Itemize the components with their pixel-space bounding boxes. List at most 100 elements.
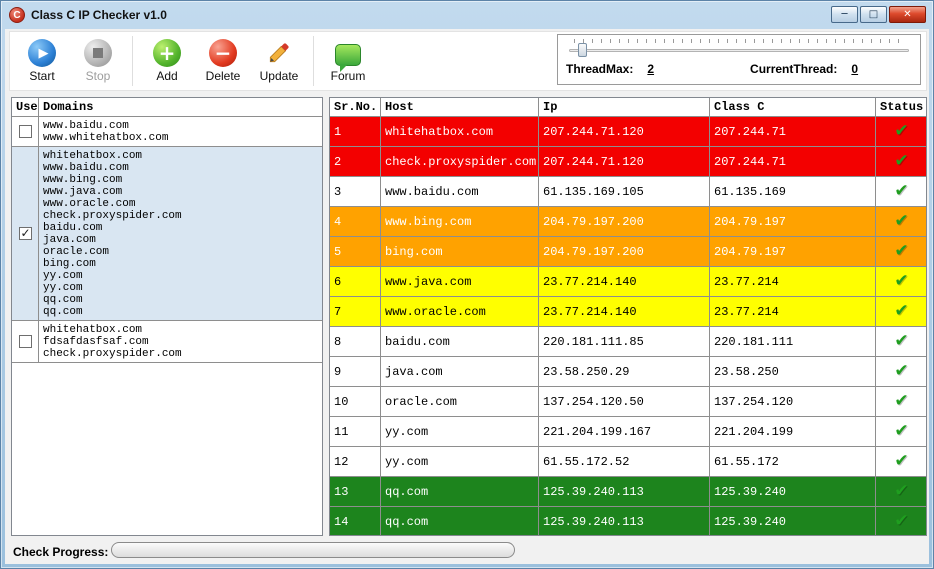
domain-group-row[interactable]: whitehatbox.comfdsafdasfsaf.comcheck.pro…: [12, 321, 323, 363]
domain-line: java.com: [43, 234, 318, 246]
window-controls: ─ □ ✕: [831, 6, 926, 23]
domain-line: check.proxyspider.com: [43, 348, 318, 360]
results-table: Sr.No.HostIpClass CStatus 1whitehatbox.c…: [329, 97, 927, 536]
update-button[interactable]: Update: [257, 39, 301, 83]
stop-button[interactable]: Stop: [76, 39, 120, 83]
cell-ip: 125.39.240.113: [539, 477, 710, 507]
cell-host: www.java.com: [381, 267, 539, 297]
results-header-ip: Ip: [539, 98, 710, 117]
cell-ip: 207.244.71.120: [539, 147, 710, 177]
result-row: 2check.proxyspider.com207.244.71.120207.…: [330, 147, 928, 177]
plus-icon: +: [153, 39, 181, 67]
cell-sr-no: 8: [330, 327, 381, 357]
status-check-icon: ✔: [894, 331, 908, 351]
cell-class-c: 137.254.120: [710, 387, 876, 417]
cell-host: baidu.com: [381, 327, 539, 357]
cell-sr-no: 3: [330, 177, 381, 207]
cell-sr-no: 7: [330, 297, 381, 327]
cell-status: ✔: [876, 447, 928, 477]
cell-host: bing.com: [381, 237, 539, 267]
domain-group-row[interactable]: www.baidu.comwww.whitehatbox.com: [12, 117, 323, 147]
slider-track: [569, 49, 909, 52]
app-icon: C: [9, 7, 25, 23]
result-row: 12yy.com61.55.172.5261.55.172✔: [330, 447, 928, 477]
cell-host: whitehatbox.com: [381, 117, 539, 147]
use-checkbox[interactable]: [19, 335, 32, 348]
cell-status: ✔: [876, 477, 928, 507]
cell-host: yy.com: [381, 447, 539, 477]
cell-class-c: 207.244.71: [710, 117, 876, 147]
use-cell: [12, 321, 39, 363]
domain-line: www.java.com: [43, 186, 318, 198]
results-header-status: Status: [876, 98, 928, 117]
cell-sr-no: 10: [330, 387, 381, 417]
app-window: C Class C IP Checker v1.0 ─ □ ✕ ▶ Start …: [0, 0, 934, 569]
domain-line: www.whitehatbox.com: [43, 132, 318, 144]
cell-sr-no: 2: [330, 147, 381, 177]
cell-class-c: 220.181.111: [710, 327, 876, 357]
titlebar: C Class C IP Checker v1.0 ─ □ ✕: [1, 1, 933, 29]
status-check-icon: ✔: [894, 451, 908, 471]
cell-sr-no: 12: [330, 447, 381, 477]
domain-line: www.baidu.com: [43, 162, 318, 174]
status-check-icon: ✔: [894, 301, 908, 321]
start-button[interactable]: ▶ Start: [20, 39, 64, 83]
cell-sr-no: 4: [330, 207, 381, 237]
cell-class-c: 125.39.240: [710, 477, 876, 507]
result-row: 5bing.com204.79.197.200204.79.197✔: [330, 237, 928, 267]
domain-group-row[interactable]: whitehatbox.comwww.baidu.comwww.bing.com…: [12, 147, 323, 321]
cell-host: www.bing.com: [381, 207, 539, 237]
domain-line: www.baidu.com: [43, 120, 318, 132]
cell-host: www.baidu.com: [381, 177, 539, 207]
domain-line: www.oracle.com: [43, 198, 318, 210]
cell-status: ✔: [876, 387, 928, 417]
result-row: 1whitehatbox.com207.244.71.120207.244.71…: [330, 117, 928, 147]
minimize-button[interactable]: ─: [831, 6, 858, 23]
use-checkbox[interactable]: [19, 227, 32, 240]
threadmax-slider[interactable]: [566, 39, 912, 57]
delete-button[interactable]: − Delete: [201, 39, 245, 83]
currentthread-label: CurrentThread:: [750, 62, 837, 76]
domain-line: whitehatbox.com: [43, 324, 318, 336]
cell-class-c: 204.79.197: [710, 237, 876, 267]
start-button-label: Start: [29, 69, 54, 83]
cell-sr-no: 14: [330, 507, 381, 537]
close-button[interactable]: ✕: [889, 6, 926, 23]
status-check-icon: ✔: [894, 241, 908, 261]
cell-class-c: 23.58.250: [710, 357, 876, 387]
domain-line: fdsafdasfsaf.com: [43, 336, 318, 348]
cell-class-c: 204.79.197: [710, 207, 876, 237]
maximize-button[interactable]: □: [860, 6, 887, 23]
status-check-icon: ✔: [894, 391, 908, 411]
thread-labels: ThreadMax: 2 CurrentThread: 0: [566, 62, 912, 76]
add-button[interactable]: + Add: [145, 39, 189, 83]
add-button-label: Add: [156, 69, 177, 83]
cell-host: oracle.com: [381, 387, 539, 417]
cell-ip: 23.77.214.140: [539, 297, 710, 327]
domains-cell: whitehatbox.comwww.baidu.comwww.bing.com…: [39, 147, 323, 321]
cell-sr-no: 5: [330, 237, 381, 267]
domains-cell: www.baidu.comwww.whitehatbox.com: [39, 117, 323, 147]
status-check-icon: ✔: [894, 421, 908, 441]
slider-ticks: [574, 39, 904, 43]
status-check-icon: ✔: [894, 211, 908, 231]
slider-thumb[interactable]: [578, 43, 587, 57]
domain-line: yy.com: [43, 282, 318, 294]
minus-icon: −: [209, 39, 237, 67]
cell-status: ✔: [876, 237, 928, 267]
currentthread-value: 0: [851, 62, 858, 76]
domain-line: oracle.com: [43, 246, 318, 258]
use-checkbox[interactable]: [19, 125, 32, 138]
results-header-sr-no-: Sr.No.: [330, 98, 381, 117]
check-progress-label: Check Progress:: [13, 545, 108, 559]
result-row: 14qq.com125.39.240.113125.39.240✔: [330, 507, 928, 537]
threadmax-value: 2: [647, 62, 654, 76]
delete-button-label: Delete: [206, 69, 241, 83]
client-area: ▶ Start Stop + Add − Delete: [5, 29, 929, 564]
domains-panel: UseDomains www.baidu.comwww.whitehatbox.…: [11, 97, 323, 536]
cell-class-c: 125.39.240: [710, 507, 876, 537]
forum-button[interactable]: Forum: [326, 39, 370, 83]
cell-ip: 61.55.172.52: [539, 447, 710, 477]
results-panel: Sr.No.HostIpClass CStatus 1whitehatbox.c…: [329, 97, 927, 536]
domains-header-use: Use: [12, 98, 39, 117]
